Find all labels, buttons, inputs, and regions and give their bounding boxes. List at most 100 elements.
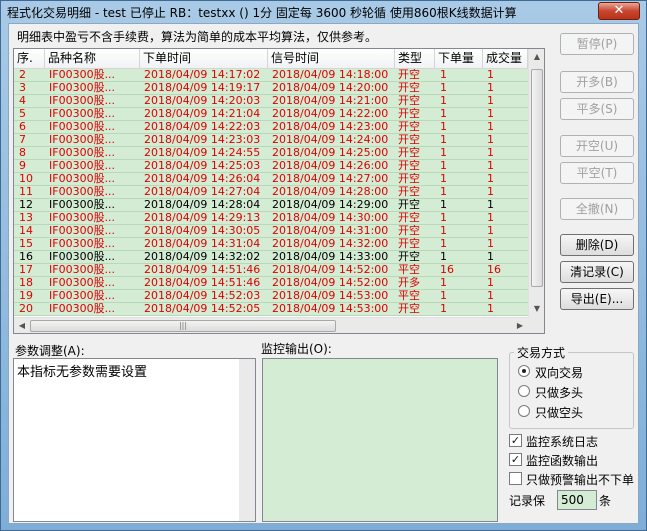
- table-row[interactable]: 11 IF00300股... 2018/04/09 14:27:04 2018/04/…: [14, 186, 528, 199]
- table-row[interactable]: 18 IF00300股... 2018/04/09 14:51:46 2018/04/…: [14, 277, 528, 290]
- radio-short-only[interactable]: [518, 405, 530, 417]
- table-row[interactable]: 20 IF00300股... 2018/04/09 14:52:05 2018/04/…: [14, 303, 528, 316]
- scroll-up-arrow-icon[interactable]: ▲: [529, 49, 545, 65]
- params-textarea[interactable]: 本指标无参数需要设置: [13, 358, 256, 522]
- column-header-name[interactable]: 品种名称: [45, 49, 140, 69]
- cell-signal-time: 2018/04/09 14:31:00: [272, 225, 389, 237]
- scroll-right-arrow-icon[interactable]: ▶: [512, 318, 528, 334]
- clear-records-button[interactable]: 清记录(C): [560, 261, 634, 283]
- cell-order-qty: 1: [440, 277, 447, 289]
- params-label: 参数调整(A):: [15, 344, 85, 358]
- cell-filled-qty: 1: [487, 121, 494, 133]
- params-scrollbar[interactable]: [239, 359, 255, 521]
- cell-filled-qty: 1: [487, 186, 494, 198]
- open-long-button[interactable]: 开多(B): [560, 71, 634, 93]
- cell-type: 开空: [398, 238, 420, 250]
- table-row[interactable]: 10 IF00300股... 2018/04/09 14:26:04 2018/04/…: [14, 173, 528, 186]
- column-header-no[interactable]: 序.: [14, 49, 45, 69]
- table-vertical-scrollbar[interactable]: ▲ ▼: [528, 49, 544, 317]
- table-row[interactable]: 3 IF00300股... 2018/04/09 14:19:17 2018/04/0…: [14, 82, 528, 95]
- monitor-func-label[interactable]: 监控函数输出: [526, 452, 598, 469]
- cancel-all-button[interactable]: 全撤(N): [560, 198, 634, 220]
- cell-name: IF00300股...: [49, 225, 116, 237]
- cell-order-qty: 1: [440, 290, 447, 302]
- cell-order-time: 2018/04/09 14:21:04: [144, 108, 261, 120]
- cell-no: 16: [19, 251, 33, 263]
- record-keep-input[interactable]: 500: [557, 490, 597, 510]
- table-row[interactable]: 17 IF00300股... 2018/04/09 14:51:46 2018/04/…: [14, 264, 528, 277]
- column-header-signal-time[interactable]: 信号时间: [268, 49, 395, 69]
- cell-order-qty: 1: [440, 147, 447, 159]
- monitor-output-box[interactable]: [262, 358, 498, 522]
- scroll-left-arrow-icon[interactable]: ◀: [14, 318, 30, 334]
- monitor-func-checkbox[interactable]: ✓: [509, 453, 522, 466]
- radio-two-way-label[interactable]: 双向交易: [535, 364, 583, 381]
- window-title: 程式化交易明细 - test 已停止 RB：testxx () 1分 固定每 3…: [7, 6, 517, 20]
- cell-order-qty: 1: [440, 238, 447, 250]
- description-text: 明细表中盈亏不含手续费，算法为简单的成本平均算法，仅供参考。: [17, 30, 378, 44]
- table-row[interactable]: 2 IF00300股... 2018/04/09 14:17:02 2018/04/0…: [14, 69, 528, 82]
- cell-order-qty: 1: [440, 173, 447, 185]
- trade-table[interactable]: 序. 品种名称 下单时间 信号时间 类型 下单量 成交量 2 IF00300股..…: [13, 48, 545, 334]
- table-row[interactable]: 7 IF00300股... 2018/04/09 14:23:03 2018/04/0…: [14, 134, 528, 147]
- warn-only-label[interactable]: 只做预警输出不下单: [526, 471, 634, 488]
- table-row[interactable]: 12 IF00300股... 2018/04/09 14:28:04 2018/04/…: [14, 199, 528, 212]
- cell-signal-time: 2018/04/09 14:30:00: [272, 212, 389, 224]
- close-button[interactable]: ✕: [598, 2, 640, 20]
- table-row[interactable]: 15 IF00300股... 2018/04/09 14:31:04 2018/04/…: [14, 238, 528, 251]
- radio-short-only-label[interactable]: 只做空头: [535, 404, 583, 421]
- radio-long-only-label[interactable]: 只做多头: [535, 384, 583, 401]
- cell-name: IF00300股...: [49, 238, 116, 250]
- cell-signal-time: 2018/04/09 14:18:00: [272, 69, 389, 81]
- cell-type: 开空: [398, 82, 420, 94]
- cell-type: 开空: [398, 95, 420, 107]
- record-keep-label: 记录保: [509, 494, 546, 508]
- radio-two-way[interactable]: [518, 365, 530, 377]
- trade-mode-title: 交易方式: [514, 344, 569, 361]
- close-long-button[interactable]: 平多(S): [560, 98, 634, 120]
- open-short-button[interactable]: 开空(U): [560, 135, 634, 157]
- table-row[interactable]: 19 IF00300股... 2018/04/09 14:52:03 2018/04/…: [14, 290, 528, 303]
- cell-order-time: 2018/04/09 14:30:05: [144, 225, 261, 237]
- column-header-type[interactable]: 类型: [395, 49, 435, 69]
- cell-signal-time: 2018/04/09 14:28:00: [272, 186, 389, 198]
- table-horizontal-scrollbar[interactable]: ◀ ||| ▶: [14, 317, 528, 333]
- cell-type: 开空: [398, 160, 420, 172]
- table-row[interactable]: 6 IF00300股... 2018/04/09 14:22:03 2018/04/0…: [14, 121, 528, 134]
- table-row[interactable]: 16 IF00300股... 2018/04/09 14:32:02 2018/04/…: [14, 251, 528, 264]
- table-row[interactable]: 8 IF00300股... 2018/04/09 14:24:55 2018/04/0…: [14, 147, 528, 160]
- cell-order-time: 2018/04/09 14:28:04: [144, 199, 261, 211]
- cell-filled-qty: 1: [487, 238, 494, 250]
- cell-signal-time: 2018/04/09 14:29:00: [272, 199, 389, 211]
- table-row[interactable]: 4 IF00300股... 2018/04/09 14:20:03 2018/04/0…: [14, 95, 528, 108]
- radio-long-only[interactable]: [518, 385, 530, 397]
- cell-no: 8: [19, 147, 26, 159]
- cell-name: IF00300股...: [49, 69, 116, 81]
- horizontal-scroll-thumb[interactable]: |||: [30, 320, 336, 332]
- cell-no: 11: [19, 186, 33, 198]
- monitor-log-label[interactable]: 监控系统日志: [526, 433, 598, 450]
- pause-button[interactable]: 暂停(P): [560, 33, 634, 55]
- cell-type: 开多: [398, 277, 420, 289]
- column-header-filled-qty[interactable]: 成交量: [483, 49, 528, 69]
- column-header-order-qty[interactable]: 下单量: [435, 49, 483, 69]
- vertical-scroll-thumb[interactable]: [531, 69, 543, 287]
- cell-name: IF00300股...: [49, 147, 116, 159]
- export-button[interactable]: 导出(E)...: [560, 288, 634, 310]
- close-short-button[interactable]: 平空(T): [560, 162, 634, 184]
- title-bar[interactable]: 程式化交易明细 - test 已停止 RB：testxx () 1分 固定每 3…: [1, 1, 646, 23]
- scroll-down-arrow-icon[interactable]: ▼: [529, 301, 545, 317]
- trade-detail-window: 程式化交易明细 - test 已停止 RB：testxx () 1分 固定每 3…: [0, 0, 647, 531]
- table-row[interactable]: 9 IF00300股... 2018/04/09 14:25:03 2018/04/0…: [14, 160, 528, 173]
- warn-only-checkbox[interactable]: [509, 472, 522, 485]
- table-row[interactable]: 13 IF00300股... 2018/04/09 14:29:13 2018/04/…: [14, 212, 528, 225]
- cell-order-time: 2018/04/09 14:20:03: [144, 95, 261, 107]
- delete-button[interactable]: 删除(D): [560, 234, 634, 256]
- cell-filled-qty: 1: [487, 147, 494, 159]
- scrollbar-corner: [528, 317, 544, 333]
- column-header-order-time[interactable]: 下单时间: [140, 49, 268, 69]
- cell-filled-qty: 1: [487, 134, 494, 146]
- table-row[interactable]: 14 IF00300股... 2018/04/09 14:30:05 2018/04/…: [14, 225, 528, 238]
- table-row[interactable]: 5 IF00300股... 2018/04/09 14:21:04 2018/04/0…: [14, 108, 528, 121]
- monitor-log-checkbox[interactable]: ✓: [509, 434, 522, 447]
